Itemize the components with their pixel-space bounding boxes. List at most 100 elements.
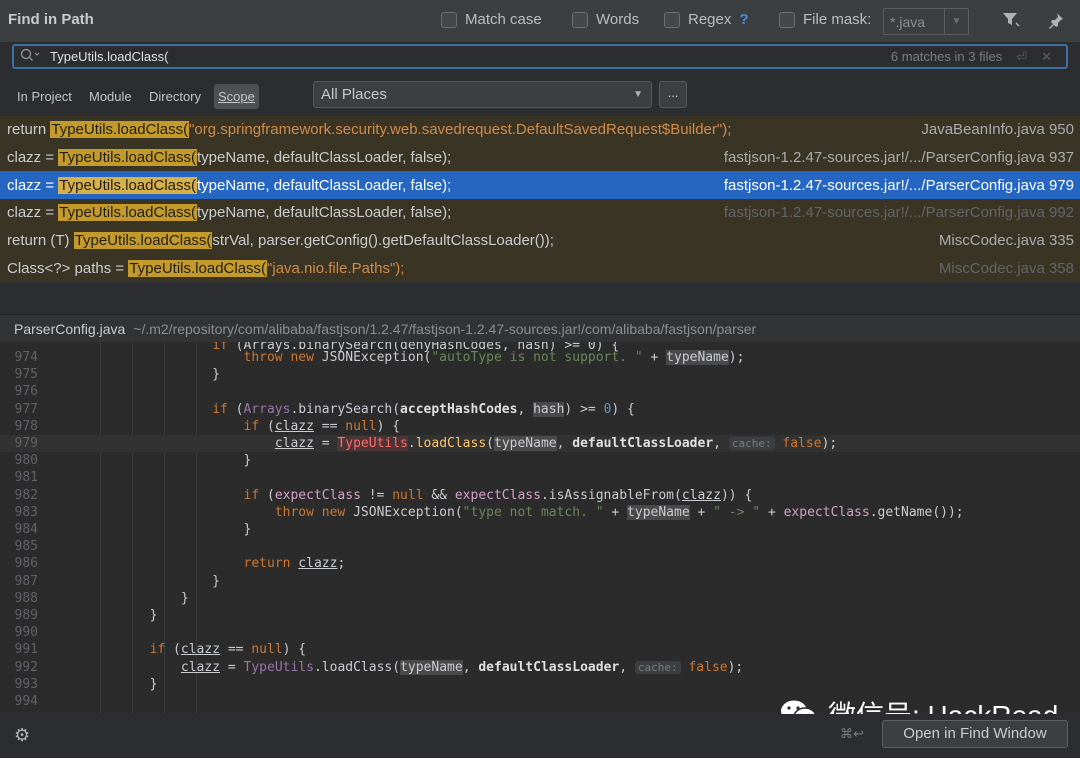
line-number: 992	[14, 659, 38, 675]
code-line: 990	[0, 624, 1080, 641]
tab-directory[interactable]: Directory	[149, 89, 201, 104]
line-number: 993	[14, 676, 38, 692]
code-prefix: return (T)	[7, 232, 74, 250]
code-line: 975 }	[0, 366, 1080, 383]
code-line: 989 }	[0, 607, 1080, 624]
regex-option[interactable]: Regex ?	[664, 11, 749, 28]
filter-icon[interactable]	[1001, 11, 1021, 34]
code-prefix: clazz =	[7, 176, 59, 194]
shortcut-hint: ⌘↩	[840, 726, 864, 741]
result-row[interactable]: return TypeUtils.loadClass("org.springfr…	[0, 116, 1080, 144]
line-number: 975	[14, 367, 38, 383]
code-line: 993 }	[0, 676, 1080, 693]
code-line: 987 }	[0, 573, 1080, 590]
line-number: 985	[14, 539, 38, 555]
tab-module[interactable]: Module	[89, 89, 132, 104]
code-line: 991 if (clazz == null) {	[0, 641, 1080, 658]
result-location: MiscCodec.java 335	[938, 232, 1074, 250]
result-location: fastjson-1.2.47-sources.jar!/.../ParserC…	[723, 176, 1074, 194]
code-line: 974 throw new JSONException("autoType is…	[0, 349, 1080, 366]
file-mask-label: File mask:	[803, 11, 872, 28]
code-line: 983 throw new JSONException("type not ma…	[0, 504, 1080, 521]
code-suffix: "java.nio.file.Paths");	[267, 259, 405, 277]
code-preview[interactable]: if (Arrays.binarySearch(denyHashCodes, h…	[0, 342, 1080, 714]
more-scopes-button[interactable]: ...	[659, 81, 687, 108]
words-option[interactable]: Words	[572, 11, 639, 28]
code-line: 977 if (Arrays.binarySearch(acceptHashCo…	[0, 401, 1080, 418]
regex-help-icon[interactable]: ?	[739, 11, 748, 28]
result-row[interactable]: return (T) TypeUtils.loadClass(strVal, p…	[0, 227, 1080, 255]
result-location: JavaBeanInfo.java 950	[921, 121, 1074, 139]
match-case-checkbox[interactable]	[441, 11, 457, 28]
results-divider	[0, 282, 1080, 314]
gear-icon[interactable]: ⚙	[14, 725, 30, 746]
places-select[interactable]: All Places ▼	[313, 81, 652, 108]
result-code: clazz = TypeUtils.loadClass(typeName, de…	[0, 176, 724, 194]
preview-filename: ParserConfig.java	[14, 320, 126, 337]
places-value: All Places	[321, 86, 387, 103]
result-row[interactable]: Class<?> paths = TypeUtils.loadClass("ja…	[0, 254, 1080, 282]
result-code: Class<?> paths = TypeUtils.loadClass("ja…	[0, 259, 939, 277]
file-mask-input[interactable]: *.java ▼	[883, 8, 969, 35]
code-suffix: strVal, parser.getConfig().getDefaultCla…	[212, 232, 554, 250]
result-row-selected[interactable]: clazz = TypeUtils.loadClass(typeName, de…	[0, 171, 1080, 200]
match-highlight: TypeUtils.loadClass(	[58, 176, 197, 194]
results-list: return TypeUtils.loadClass("org.springfr…	[0, 116, 1080, 282]
code-suffix: "org.springframework.security.web.savedr…	[189, 121, 732, 139]
regex-label: Regex	[688, 11, 732, 28]
code-prefix: clazz =	[7, 204, 59, 222]
regex-checkbox[interactable]	[664, 11, 680, 28]
result-code: clazz = TypeUtils.loadClass(typeName, de…	[0, 204, 724, 222]
line-number: 976	[14, 384, 38, 400]
search-icon[interactable]	[20, 48, 40, 65]
match-count: 6 matches in 3 files	[890, 49, 1003, 64]
tab-scope-label: Scope	[218, 89, 255, 104]
file-mask-checkbox[interactable]	[779, 11, 795, 28]
words-checkbox[interactable]	[572, 11, 588, 28]
result-row[interactable]: clazz = TypeUtils.loadClass(typeName, de…	[0, 199, 1080, 227]
line-number: 994	[14, 694, 38, 709]
file-mask-option[interactable]: File mask:	[779, 11, 871, 28]
code-line-current: 979 clazz = TypeUtils.loadClass(typeName…	[0, 435, 1080, 453]
tab-scope[interactable]: Scope	[214, 84, 259, 109]
newline-icon[interactable]: ⏎	[1016, 49, 1027, 65]
result-code: return (T) TypeUtils.loadClass(strVal, p…	[0, 232, 939, 250]
line-number: 991	[14, 642, 38, 658]
clear-icon[interactable]: ✕	[1041, 49, 1052, 65]
preview-header: ParserConfig.java ~/.m2/repository/com/a…	[0, 314, 1080, 342]
code-line: 985	[0, 538, 1080, 555]
bottom-bar: ⚙ ⌘↩ Open in Find Window	[0, 714, 1080, 758]
code-prefix: return	[7, 121, 51, 139]
line-number: 980	[14, 453, 38, 469]
result-location: fastjson-1.2.47-sources.jar!/.../ParserC…	[723, 204, 1074, 222]
code-line: 980 }	[0, 452, 1080, 469]
code-line: 984 }	[0, 521, 1080, 538]
line-number: 977	[14, 401, 38, 417]
result-location: fastjson-1.2.47-sources.jar!/.../ParserC…	[723, 149, 1074, 167]
result-code: clazz = TypeUtils.loadClass(typeName, de…	[0, 149, 724, 167]
search-query: TypeUtils.loadClass(	[50, 49, 169, 64]
line-number: 984	[14, 522, 38, 537]
match-highlight: TypeUtils.loadClass(	[128, 259, 268, 277]
chevron-down-icon[interactable]: ▼	[944, 9, 968, 34]
result-row[interactable]: clazz = TypeUtils.loadClass(typeName, de…	[0, 144, 1080, 172]
match-highlight: TypeUtils.loadClass(	[50, 121, 190, 139]
code-line: 978 if (clazz == null) {	[0, 418, 1080, 435]
code-prefix: clazz =	[7, 149, 59, 167]
line-number: 979	[14, 436, 38, 451]
tab-in-project[interactable]: In Project	[17, 89, 72, 104]
chevron-down-icon[interactable]: ▼	[633, 89, 643, 100]
match-case-option[interactable]: Match case	[441, 11, 542, 28]
code-suffix: typeName, defaultClassLoader, false);	[197, 149, 452, 167]
line-number: 988	[14, 590, 38, 606]
search-input[interactable]: TypeUtils.loadClass( 6 matches in 3 file…	[12, 44, 1068, 69]
code-line: 976	[0, 383, 1080, 400]
match-highlight: TypeUtils.loadClass(	[58, 149, 197, 167]
code-line: 988 }	[0, 590, 1080, 607]
pin-icon[interactable]	[1047, 11, 1065, 34]
words-label: Words	[596, 11, 640, 28]
result-location: MiscCodec.java 358	[938, 259, 1074, 277]
code-line: 982 if (expectClass != null && expectCla…	[0, 487, 1080, 504]
open-in-find-window-button[interactable]: Open in Find Window	[882, 720, 1068, 748]
code-suffix: typeName, defaultClassLoader, false);	[197, 204, 452, 222]
